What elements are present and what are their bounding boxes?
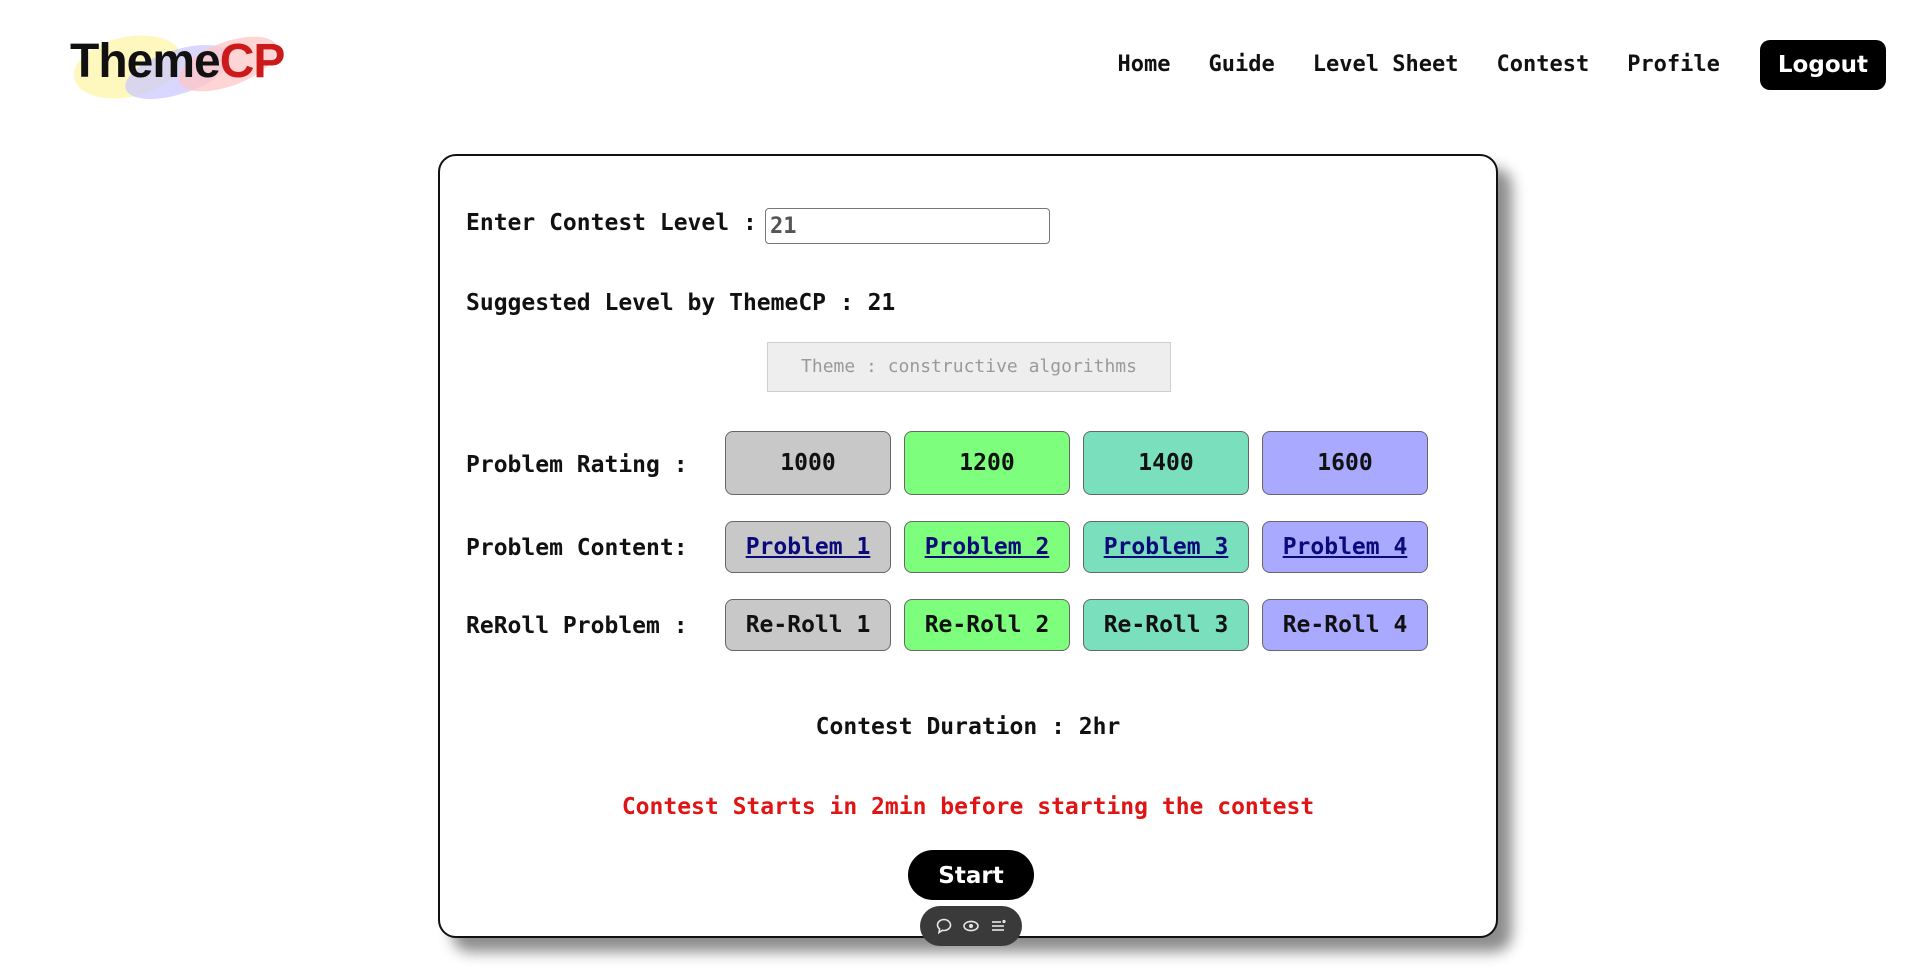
rating-4: 1600 [1262, 431, 1428, 495]
problem-link-4[interactable]: Problem 4 [1283, 534, 1408, 560]
contest-duration: Contest Duration : 2hr [815, 714, 1121, 740]
logout-button[interactable]: Logout [1759, 40, 1886, 90]
chat-bubble-icon[interactable] [933, 915, 955, 937]
nav-profile[interactable]: Profile [1627, 40, 1720, 90]
contest-start-warning: Contest Starts in 2min before starting t… [621, 794, 1315, 820]
contest-card: Enter Contest Level : Suggested Level by… [438, 154, 1498, 938]
reroll-button-3[interactable]: Re-Roll 3 [1083, 599, 1249, 651]
nav-contest[interactable]: Contest [1496, 40, 1589, 90]
rating-2: 1200 [904, 431, 1070, 495]
contest-level-label: Enter Contest Level : [466, 210, 757, 236]
problem-cell-4: Problem 4 [1262, 521, 1428, 573]
reroll-button-2[interactable]: Re-Roll 2 [904, 599, 1070, 651]
problem-link-1[interactable]: Problem 1 [746, 534, 871, 560]
contest-level-input[interactable] [765, 208, 1050, 244]
problem-rating-label: Problem Rating : [466, 452, 688, 478]
logo-text: ThemeCP [70, 34, 286, 89]
nav-guide[interactable]: Guide [1209, 40, 1275, 90]
logo-text-cp: CP [219, 35, 286, 88]
list-icon[interactable] [987, 915, 1009, 937]
floating-toolbar [920, 906, 1022, 946]
theme-box: Theme : constructive algorithms [767, 342, 1171, 392]
eye-icon[interactable] [960, 915, 982, 937]
rating-1: 1000 [725, 431, 891, 495]
reroll-problem-label: ReRoll Problem : [466, 613, 688, 639]
themecp-logo[interactable]: ThemeCP [68, 22, 288, 112]
nav-level-sheet[interactable]: Level Sheet [1313, 40, 1459, 90]
nav-home[interactable]: Home [1118, 40, 1171, 90]
problem-cell-3: Problem 3 [1083, 521, 1249, 573]
problem-link-2[interactable]: Problem 2 [925, 534, 1050, 560]
header: ThemeCP Home Guide Level Sheet Contest P… [0, 0, 1918, 130]
problem-cell-2: Problem 2 [904, 521, 1070, 573]
problem-link-3[interactable]: Problem 3 [1104, 534, 1229, 560]
logo-text-theme: Theme [70, 35, 221, 88]
start-button[interactable]: Start [908, 850, 1034, 900]
reroll-button-1[interactable]: Re-Roll 1 [725, 599, 891, 651]
main-nav: Home Guide Level Sheet Contest Profile L… [1080, 40, 1886, 90]
rating-3: 1400 [1083, 431, 1249, 495]
suggested-level-text: Suggested Level by ThemeCP : 21 [466, 290, 896, 316]
problem-cell-1: Problem 1 [725, 521, 891, 573]
reroll-button-4[interactable]: Re-Roll 4 [1262, 599, 1428, 651]
problem-content-label: Problem Content: [466, 535, 688, 561]
